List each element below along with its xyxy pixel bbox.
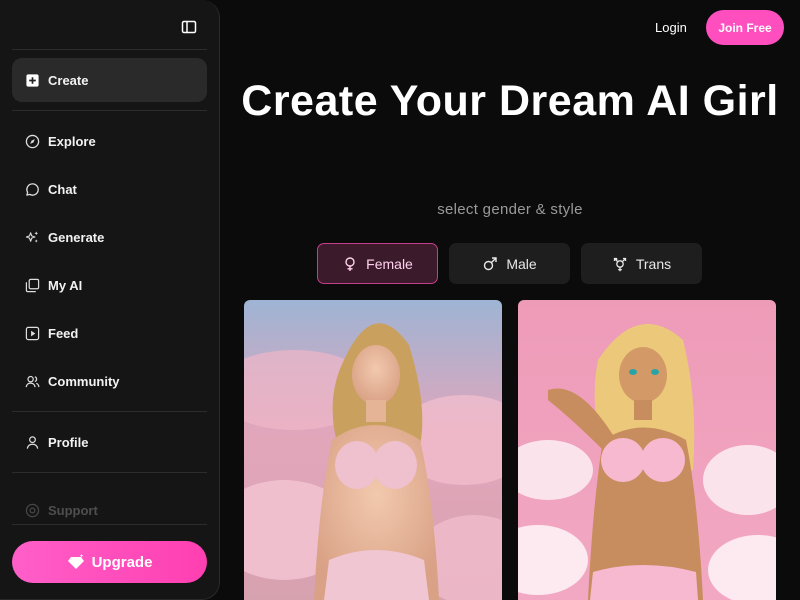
tab-male[interactable]: Male [449, 243, 570, 284]
sidebar-item-chat[interactable]: Chat [12, 167, 207, 211]
card-image [518, 300, 776, 600]
divider [12, 110, 207, 111]
sidebar-item-community[interactable]: Community [12, 359, 207, 403]
stacked-cards-icon [24, 277, 40, 293]
page-title: Create Your Dream AI Girl [241, 77, 779, 125]
users-icon [24, 373, 40, 389]
sidebar-item-profile[interactable]: Profile [12, 420, 207, 464]
sidebar-item-label: Generate [48, 229, 105, 245]
upgrade-button[interactable]: Upgrade [12, 541, 207, 583]
tab-female[interactable]: Female [317, 243, 438, 284]
compass-icon [24, 133, 40, 149]
divider [12, 49, 207, 50]
sidebar-item-explore[interactable]: Explore [12, 119, 207, 163]
transgender-symbol-icon [612, 256, 628, 272]
sidebar-item-label: Feed [48, 325, 79, 341]
sidebar-item-generate[interactable]: Generate [12, 215, 207, 259]
login-link[interactable]: Login [655, 20, 687, 35]
sidebar-item-label: Support [48, 502, 98, 518]
sidebar-item-label: Chat [48, 181, 77, 197]
play-square-icon [24, 325, 40, 341]
tab-trans[interactable]: Trans [581, 243, 702, 284]
divider [12, 524, 207, 525]
style-card-realistic[interactable] [244, 300, 502, 600]
upgrade-label: Upgrade [91, 553, 153, 571]
sidebar-item-label: Explore [48, 133, 96, 149]
join-free-button[interactable]: Join Free [706, 10, 784, 45]
sidebar-item-label: My AI [48, 277, 83, 293]
sidebar-item-support[interactable]: Support [12, 488, 207, 532]
page-subtitle: select gender & style [437, 201, 583, 218]
divider [12, 472, 207, 473]
female-symbol-icon [342, 256, 358, 272]
sidebar-item-my-ai[interactable]: My AI [12, 263, 207, 307]
card-image [244, 300, 502, 600]
sidebar-item-create[interactable]: Create [12, 58, 207, 102]
tab-label: Trans [635, 255, 672, 272]
divider [12, 411, 207, 412]
sidebar-toggle-icon[interactable] [181, 19, 197, 35]
tab-label: Female [366, 255, 413, 272]
tab-label: Male [506, 255, 537, 272]
sparkles-icon [24, 229, 40, 245]
plus-square-icon [24, 72, 40, 88]
sidebar-item-label: Create [48, 72, 89, 88]
user-icon [24, 434, 40, 450]
male-symbol-icon [482, 256, 498, 272]
sidebar-item-feed[interactable]: Feed [12, 311, 207, 355]
style-card-anime[interactable] [518, 300, 776, 600]
support-icon [24, 502, 40, 518]
sidebar-item-label: Profile [48, 434, 89, 450]
chat-bubble-icon [24, 181, 40, 197]
sidebar: Create Explore Chat Generate My AI Feed [0, 0, 220, 600]
diamond-icon [67, 553, 85, 571]
sidebar-item-label: Community [48, 373, 120, 389]
